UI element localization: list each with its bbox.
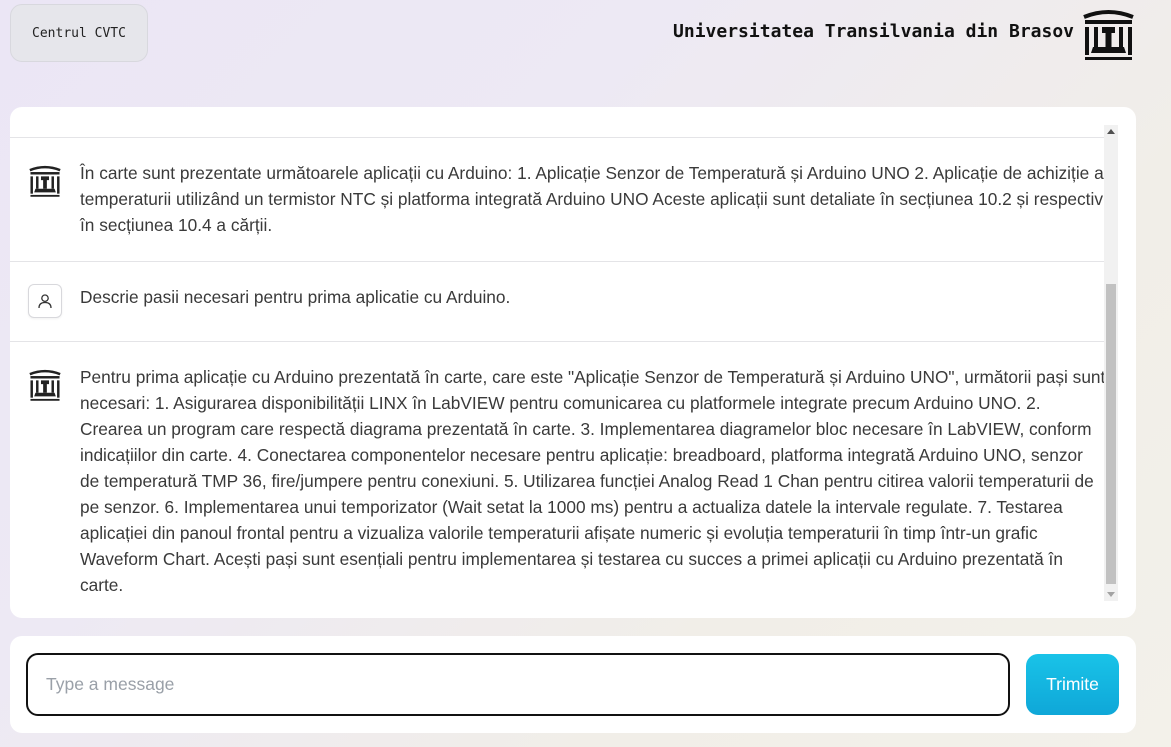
user-message: Descrie pasii necesari pentru prima apli… [10, 261, 1106, 341]
scrollbar-thumb[interactable] [1106, 284, 1116, 584]
university-pillars-icon [28, 368, 62, 402]
message-text: În carte sunt prezentate următoarele apl… [80, 163, 1104, 235]
message-list[interactable]: În carte sunt prezentate următoarele apl… [10, 107, 1106, 618]
university-pillars-icon [1081, 7, 1136, 62]
chat-panel[interactable]: În carte sunt prezentate următoarele apl… [10, 107, 1136, 618]
composer-panel: Trimite [10, 636, 1136, 733]
message-text: Descrie pasii necesari pentru prima apli… [80, 287, 511, 307]
chat-scrollbar[interactable] [1104, 125, 1118, 601]
message-input[interactable] [26, 653, 1010, 716]
user-icon [28, 284, 62, 318]
university-pillars-icon [28, 164, 62, 198]
scroll-up-arrow-icon[interactable] [1107, 129, 1115, 134]
message-text: Pentru prima aplicație cu Arduino prezen… [80, 367, 1106, 595]
university-title: Universitatea Transilvania din Brasov [673, 21, 1074, 42]
send-button[interactable]: Trimite [1026, 654, 1119, 715]
centrul-cvtc-button[interactable]: Centrul CVTC [10, 4, 148, 62]
assistant-message: În carte sunt prezentate următoarele apl… [10, 137, 1106, 261]
assistant-message: Pentru prima aplicație cu Arduino prezen… [10, 341, 1106, 618]
scroll-down-arrow-icon[interactable] [1107, 592, 1115, 597]
